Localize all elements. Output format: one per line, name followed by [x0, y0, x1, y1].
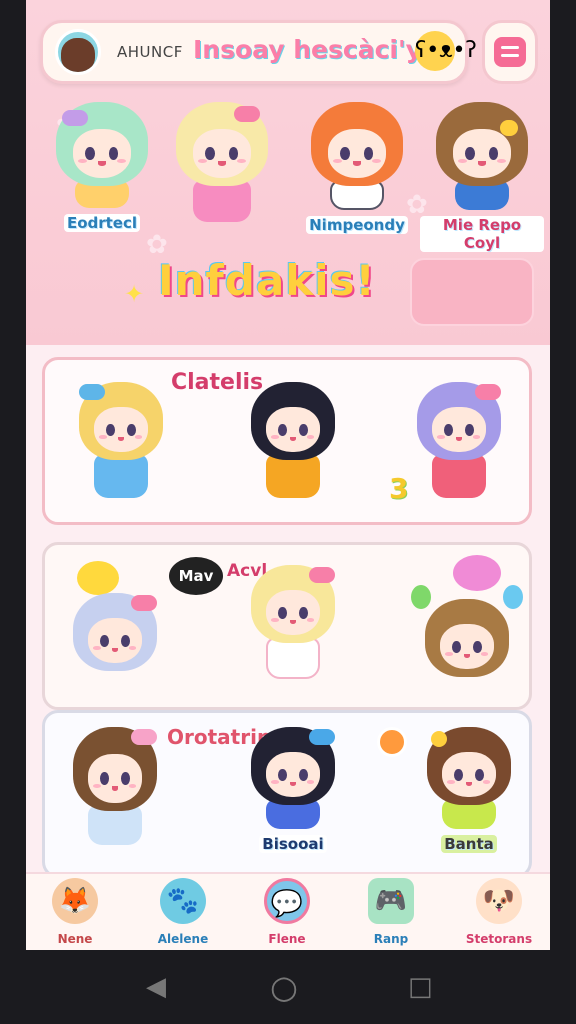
- card-character[interactable]: [69, 382, 173, 498]
- back-icon[interactable]: ◀: [146, 972, 166, 1002]
- character-body: [94, 454, 148, 498]
- character-head: [79, 382, 163, 460]
- nav-label: Flene: [268, 932, 306, 946]
- character-head: [251, 382, 335, 460]
- nav-label: Stetorans: [465, 932, 533, 946]
- nav-item-ranp[interactable]: 🎮 Ranp: [346, 878, 436, 946]
- app-screen: ✿ ✿ ✿ ✿ AHUNCF Insoay hescàci'y ʕ•ᴥ•ʔ: [26, 0, 550, 950]
- character-head: [251, 565, 335, 643]
- card-character[interactable]: Bisooai: [241, 727, 345, 853]
- bottom-nav: 🦊 Nene 🐾 Alelene 💬 Flene 🎮 Ranp 🐶 Stetor…: [26, 872, 550, 950]
- featured-character[interactable]: Eodrtecl: [46, 102, 158, 232]
- card-count: 3: [389, 472, 409, 505]
- featured-character[interactable]: Mie Repo Coyl: [420, 102, 544, 252]
- menu-button[interactable]: [482, 20, 538, 84]
- avatar[interactable]: [55, 29, 101, 75]
- character-head: [436, 102, 528, 186]
- character-body: [266, 454, 320, 498]
- recents-icon[interactable]: □: [408, 972, 433, 1002]
- menu-icon: [494, 37, 526, 67]
- character-head: [425, 599, 509, 677]
- character-body: [266, 637, 320, 679]
- hero-section: ✿ ✿ ✿ ✿ AHUNCF Insoay hescàci'y ʕ•ᴥ•ʔ: [26, 0, 550, 345]
- character-head: [73, 593, 157, 671]
- banner-button[interactable]: [410, 258, 534, 326]
- character-name: Banta: [441, 835, 497, 853]
- featured-character[interactable]: [166, 102, 278, 222]
- nav-item-nene[interactable]: 🦊 Nene: [30, 878, 120, 946]
- app-subtitle: AHUNCF: [117, 43, 183, 61]
- character-name: Eodrtecl: [63, 214, 141, 232]
- character-body: [193, 180, 251, 222]
- card-character[interactable]: [63, 727, 167, 845]
- game-console-icon: 🎮: [368, 878, 414, 924]
- character-name: Mie Repo Coyl: [420, 216, 544, 252]
- character-card[interactable]: Clatelis 3: [42, 357, 532, 525]
- character-body: [88, 805, 142, 845]
- sparkle-icon: ✦: [124, 280, 145, 308]
- chat-bubble-icon: 💬: [264, 878, 310, 924]
- card-character[interactable]: [63, 593, 167, 671]
- character-name: Nimpeondy: [306, 216, 408, 234]
- character-card[interactable]: Mav Acvl: [42, 542, 532, 710]
- character-body: [432, 454, 486, 498]
- nav-item-flene[interactable]: 💬 Flene: [242, 878, 332, 946]
- card-character[interactable]: [407, 382, 511, 498]
- character-head: [417, 382, 501, 460]
- character-head: [311, 102, 403, 186]
- character-head: [73, 727, 157, 811]
- nav-label: Alelene: [157, 932, 209, 946]
- system-nav-bar: ◀ ○ □: [0, 950, 576, 1024]
- card-character[interactable]: [241, 565, 345, 679]
- fox-character-icon: 🦊: [52, 878, 98, 924]
- featured-character[interactable]: Nimpeondy: [292, 102, 422, 234]
- nav-label: Ranp: [373, 932, 409, 946]
- character-head: [427, 727, 511, 805]
- home-icon[interactable]: ○: [270, 968, 298, 1006]
- character-head: [56, 102, 148, 186]
- character-head: [176, 102, 268, 186]
- smiley-icon: [77, 561, 119, 595]
- card-character[interactable]: [415, 599, 519, 677]
- banner-text: Infdakis!: [158, 256, 376, 305]
- card-character[interactable]: [241, 382, 345, 498]
- nav-item-alelene[interactable]: 🐾 Alelene: [138, 878, 228, 946]
- nav-label: Nene: [57, 932, 93, 946]
- bunny-icon: [453, 555, 501, 591]
- card-character[interactable]: Banta: [417, 727, 521, 853]
- orange-badge-icon: [377, 727, 407, 757]
- nav-item-stetorans[interactable]: 🐶 Stetorans: [454, 878, 544, 946]
- pet-icon: 🐾: [160, 878, 206, 924]
- top-bar: AHUNCF Insoay hescàci'y ʕ•ᴥ•ʔ: [40, 20, 477, 84]
- bear-mascot-icon[interactable]: ʕ•ᴥ•ʔ: [415, 31, 477, 71]
- speech-bubble: Mav: [169, 557, 223, 595]
- character-head: [251, 727, 335, 805]
- character-name: Bisooai: [259, 835, 327, 853]
- phone-frame: ✿ ✿ ✿ ✿ AHUNCF Insoay hescàci'y ʕ•ᴥ•ʔ: [0, 0, 576, 1024]
- app-title: Insoay hescàci'y: [193, 35, 422, 64]
- character-card[interactable]: Orotatrin Bisooai Banta: [42, 710, 532, 878]
- mascot-icon: 🐶: [476, 878, 522, 924]
